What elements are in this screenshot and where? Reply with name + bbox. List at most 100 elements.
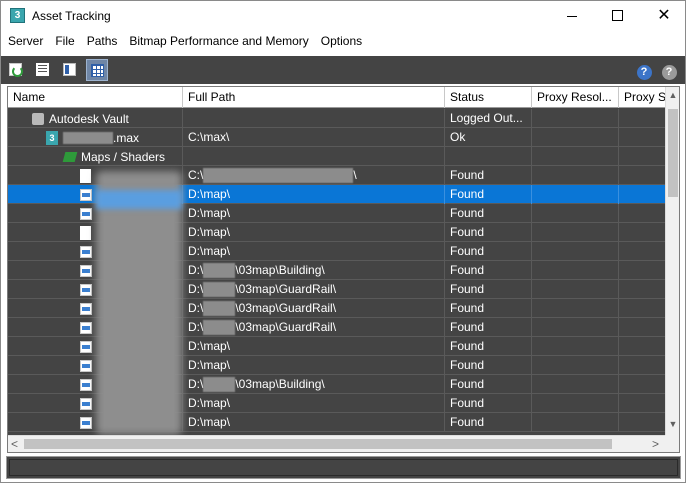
help-button[interactable]: ?: [633, 59, 655, 81]
menu-options[interactable]: Options: [315, 31, 368, 52]
detail-view-icon: [63, 63, 76, 76]
scroll-down-icon[interactable]: ▼: [666, 419, 679, 429]
row-path: C:\: [188, 168, 204, 182]
list-view-button[interactable]: [32, 59, 54, 81]
cell-proxy-resolution: [532, 147, 619, 166]
table-row[interactable]: Autodesk Vault Logged Out...: [8, 109, 665, 128]
file-icon: [80, 168, 91, 183]
asset-tracking-window: 3 Asset Tracking ✕ Server File Paths Bit…: [0, 0, 686, 483]
row-name: .max: [113, 130, 140, 145]
cell-status: Found: [445, 280, 532, 299]
close-icon: ✕: [657, 5, 671, 24]
vertical-scrollbar[interactable]: ▲ ▼: [665, 87, 679, 435]
cell-full-path: D:\map\: [183, 337, 445, 356]
name-content: [80, 185, 97, 204]
horizontal-scroll-thumb[interactable]: [24, 439, 612, 449]
cell-full-path: D:\map\: [183, 185, 445, 204]
column-header-name[interactable]: Name: [8, 87, 183, 108]
cell-status: Found: [445, 166, 532, 185]
cell-proxy-resolution: [532, 280, 619, 299]
redacted-path-segment: [203, 320, 236, 335]
cell-proxy-status: [619, 128, 665, 147]
column-header-proxy-status[interactable]: Proxy S: [619, 87, 665, 108]
scroll-left-icon[interactable]: <: [11, 437, 18, 451]
cell-status: Found: [445, 185, 532, 204]
menu-paths[interactable]: Paths: [81, 31, 124, 52]
grid-view-button[interactable]: [86, 59, 108, 81]
close-button[interactable]: ✕: [641, 1, 686, 31]
column-header-full-path[interactable]: Full Path: [183, 87, 445, 108]
menu-file[interactable]: File: [49, 31, 80, 52]
row-path-tail: \: [353, 168, 357, 182]
column-header-proxy-resolution[interactable]: Proxy Resol...: [532, 87, 619, 108]
name-content: Autodesk Vault: [32, 109, 129, 128]
row-path: D:\map\: [188, 225, 231, 239]
grid-view-icon: [91, 64, 104, 77]
row-path-tail: \03map\GuardRail\: [235, 301, 337, 315]
max-file-icon: 3: [46, 130, 58, 145]
menu-server[interactable]: Server: [1, 31, 49, 52]
row-path: D:\map\: [188, 358, 231, 372]
minimize-button[interactable]: [549, 1, 595, 31]
cell-status: Found: [445, 223, 532, 242]
menu-bitmap-performance[interactable]: Bitmap Performance and Memory: [123, 31, 314, 52]
menu-bar: Server File Paths Bitmap Performance and…: [1, 31, 685, 52]
maximize-icon: [612, 10, 623, 21]
bitmap-icon: [80, 264, 92, 277]
column-header-status[interactable]: Status: [445, 87, 532, 108]
name-content: [80, 318, 97, 337]
vault-icon: [32, 112, 44, 125]
row-path: D:\map\: [188, 415, 231, 429]
vertical-scroll-thumb[interactable]: [668, 109, 678, 197]
redacted-path-segment: [203, 168, 354, 183]
cell-full-path: D:\map\: [183, 413, 445, 432]
list-view-icon: [36, 63, 49, 76]
cell-full-path: D:\ \03map\Building\: [183, 375, 445, 394]
name-content: [80, 242, 97, 261]
cell-status: Found: [445, 242, 532, 261]
row-path-tail: \03map\GuardRail\: [235, 320, 337, 334]
name-content: [80, 204, 97, 223]
cell-proxy-resolution: [532, 242, 619, 261]
cell-status: [445, 147, 532, 166]
cell-status: Found: [445, 356, 532, 375]
row-name: Maps / Shaders: [81, 149, 166, 164]
row-path: D:\: [188, 263, 204, 277]
row-path: D:\map\: [188, 206, 231, 220]
bitmap-icon: [80, 207, 92, 220]
row-name: Autodesk Vault: [49, 111, 129, 126]
cell-proxy-resolution: [532, 375, 619, 394]
row-path: D:\map\: [188, 339, 231, 353]
cell-status: Found: [445, 375, 532, 394]
cell-status: Found: [445, 318, 532, 337]
cell-proxy-resolution: [532, 109, 619, 128]
cell-proxy-resolution: [532, 299, 619, 318]
cell-proxy-status: [619, 261, 665, 280]
table-row[interactable]: Maps / Shaders: [8, 147, 665, 166]
horizontal-scrollbar[interactable]: < >: [8, 435, 665, 452]
cell-full-path: D:\ \03map\GuardRail\: [183, 299, 445, 318]
name-content: [80, 337, 97, 356]
app-3dsmax-icon: 3: [10, 8, 25, 23]
table-row[interactable]: 3 .max C:\max\ Ok: [8, 128, 665, 147]
cell-full-path: D:\map\: [183, 394, 445, 413]
title-bar[interactable]: 3 Asset Tracking ✕: [1, 1, 685, 31]
refresh-button[interactable]: [5, 59, 27, 81]
name-content: [80, 413, 97, 432]
row-path-tail: \03map\Building\: [235, 377, 325, 391]
name-content: [80, 166, 96, 185]
cell-proxy-status: [619, 337, 665, 356]
row-path: D:\: [188, 282, 204, 296]
bitmap-icon: [80, 397, 92, 410]
cell-status: Found: [445, 413, 532, 432]
detail-view-button[interactable]: [59, 59, 81, 81]
table-body: D:\map\ Found D:\map\ Found D:\ \03map\Buildi…: [8, 109, 665, 435]
scroll-right-icon[interactable]: >: [652, 437, 659, 451]
bitmap-icon: [80, 416, 92, 429]
row-path: D:\: [188, 320, 204, 334]
scroll-up-icon[interactable]: ▲: [666, 90, 679, 100]
row-path: D:\map\: [188, 396, 231, 410]
maximize-button[interactable]: [595, 1, 641, 31]
context-help-button[interactable]: ?: [658, 59, 680, 81]
cell-name: Maps / Shaders: [8, 147, 183, 166]
